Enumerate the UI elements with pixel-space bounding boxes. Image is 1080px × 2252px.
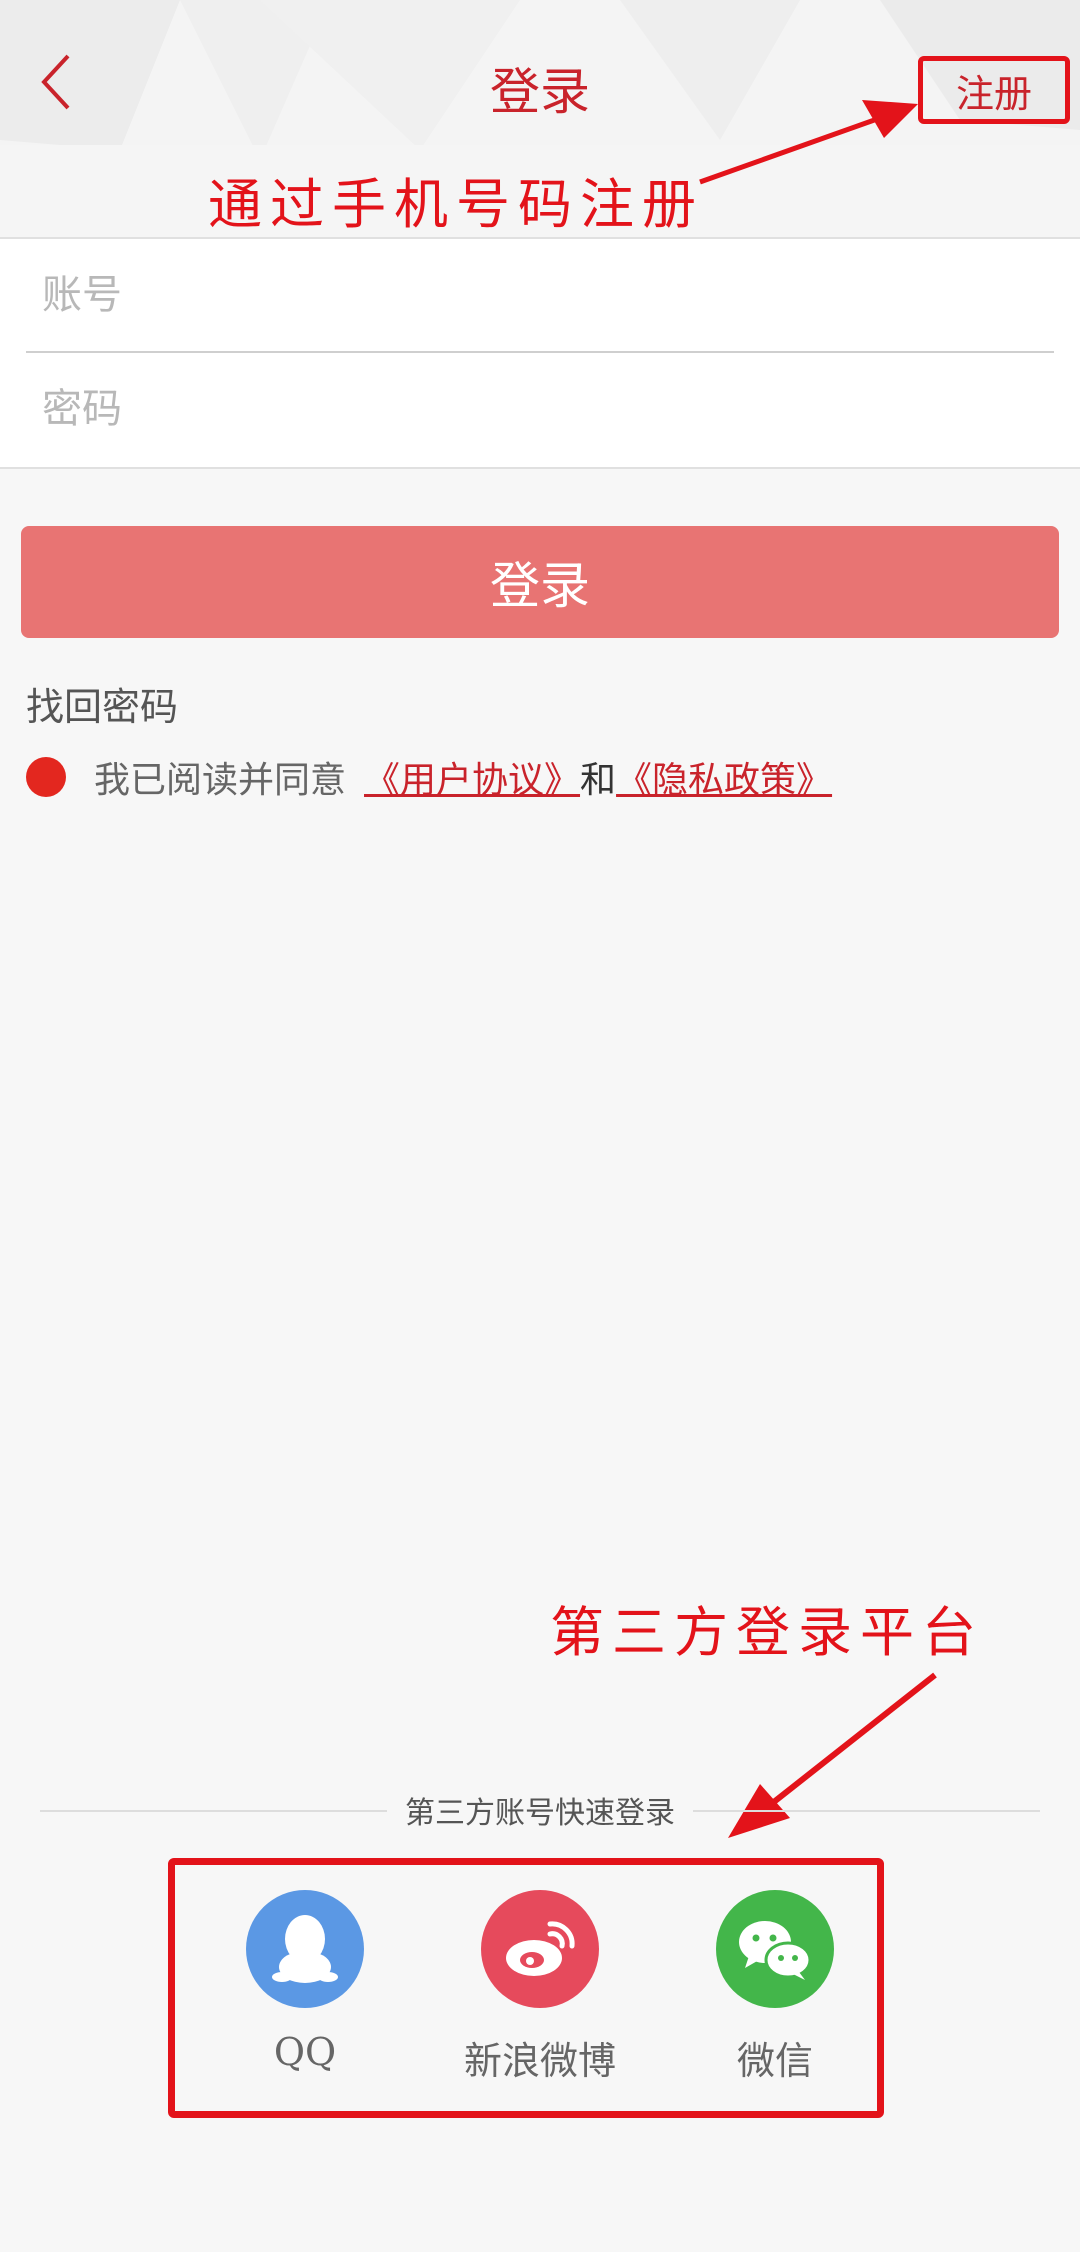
register-highlight-box[interactable]: 注册 (918, 56, 1070, 124)
third-party-title-row: 第三方账号快速登录 (0, 1788, 1080, 1832)
third-party-annotation: 第三方登录平台 (550, 1601, 984, 1664)
qq-icon[interactable] (246, 1890, 364, 2008)
privacy-policy-link[interactable]: 《隐私政策》 (616, 751, 832, 803)
forgot-password-link[interactable]: 找回密码 (26, 676, 178, 731)
wechat-label: 微信 (736, 2039, 813, 2083)
register-annotation: 通过手机号码注册 (208, 173, 704, 236)
third-party-title: 第三方账号快速登录 (387, 1796, 693, 1831)
wechat-login[interactable]: 微信 (685, 1890, 865, 2085)
agree-checkbox[interactable] (26, 757, 66, 797)
login-button[interactable]: 登录 (21, 526, 1059, 638)
user-agreement-link[interactable]: 《用户协议》 (364, 751, 580, 803)
qq-label: QQ (273, 2030, 337, 2074)
account-field-row (26, 239, 1054, 351)
register-button[interactable]: 注册 (956, 63, 1032, 118)
account-input[interactable] (26, 271, 1054, 319)
agreement-row: 我已阅读并同意 《用户协议》 和 《隐私政策》 (26, 752, 832, 802)
wechat-icon[interactable] (716, 1890, 834, 2008)
header: 登录 注册 通过手机号码注册 (0, 0, 1080, 237)
login-form (0, 237, 1080, 469)
agreement-and: 和 (580, 760, 617, 801)
weibo-login[interactable]: 新浪微博 (450, 1890, 630, 2085)
weibo-label: 新浪微博 (463, 2039, 616, 2083)
qq-login[interactable]: QQ (215, 1890, 395, 2074)
password-input[interactable] (26, 385, 1054, 433)
password-field-row (26, 353, 1054, 465)
agreement-prefix: 我已阅读并同意 (94, 760, 347, 801)
weibo-icon[interactable] (481, 1890, 599, 2008)
